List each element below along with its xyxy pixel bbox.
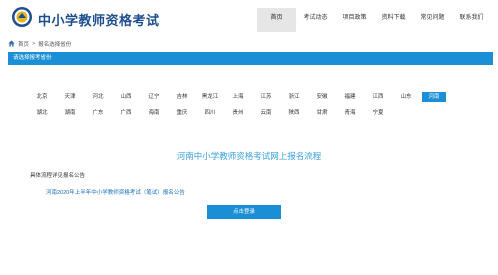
province-17[interactable]: 广东 xyxy=(86,108,110,118)
province-8[interactable]: 江苏 xyxy=(254,92,278,102)
province-6[interactable]: 黑龙江 xyxy=(198,92,222,102)
province-13[interactable]: 山东 xyxy=(394,92,418,102)
province-5[interactable]: 吉林 xyxy=(170,92,194,102)
province-22[interactable]: 贵州 xyxy=(226,108,250,118)
breadcrumb: 首页 > 报名选择省份 xyxy=(8,39,71,48)
detail-label: 具体流程详见报名公告 xyxy=(30,173,86,179)
breadcrumb-home-link[interactable]: 首页 xyxy=(18,40,29,48)
province-grid: 北京 天津 河北 山西 辽宁 吉林 黑龙江 上海 江苏 浙江 安徽 福建 江西 山东 河南湖北 湖南 广东 广西海… xyxy=(30,92,470,118)
province-26[interactable]: 青海 xyxy=(338,108,362,118)
province-18[interactable]: 广西 xyxy=(114,108,138,118)
process-title: 河南中小学教师资格考试网上报名流程 xyxy=(176,151,322,161)
site-title: 中小学教师资格考试 xyxy=(38,13,160,28)
home-icon xyxy=(8,40,15,47)
nav-faq[interactable]: 常见问题 xyxy=(413,8,452,32)
main-nav: 首页 考试动态 项目政策 资料下载 常见问题 联系我们 xyxy=(257,8,491,32)
province-4[interactable]: 辽宁 xyxy=(142,92,166,102)
select-province-banner: 请选择报考省份 xyxy=(8,52,493,65)
province-12[interactable]: 江西 xyxy=(366,92,390,102)
nav-policy[interactable]: 项目政策 xyxy=(335,8,374,32)
province-1[interactable]: 天津 xyxy=(58,92,82,102)
province-10[interactable]: 安徽 xyxy=(310,92,334,102)
province-23[interactable]: 云南 xyxy=(254,108,278,118)
nav-exam-news[interactable]: 考试动态 xyxy=(296,8,335,32)
province-3[interactable]: 山西 xyxy=(114,92,138,102)
breadcrumb-current: 报名选择省份 xyxy=(38,41,72,48)
login-button[interactable]: 点击登录 xyxy=(207,205,281,219)
nav-home[interactable]: 首页 xyxy=(257,8,296,32)
province-2[interactable]: 河北 xyxy=(86,92,110,102)
province-14[interactable]: 河南 xyxy=(422,92,446,102)
province-9[interactable]: 浙江 xyxy=(282,92,306,102)
province-0[interactable]: 北京 xyxy=(30,92,54,102)
nav-downloads[interactable]: 资料下载 xyxy=(374,8,413,32)
province-25[interactable]: 甘肃 xyxy=(310,108,334,118)
breadcrumb-separator: > xyxy=(32,40,36,47)
province-16[interactable]: 湖南 xyxy=(58,108,82,118)
province-27[interactable]: 宁夏 xyxy=(366,108,390,118)
site-logo-icon xyxy=(12,7,32,27)
province-15[interactable]: 湖北 xyxy=(30,108,54,118)
province-20[interactable]: 重庆 xyxy=(170,108,194,118)
province-19[interactable]: 海南 xyxy=(142,108,166,118)
province-21[interactable]: 四川 xyxy=(198,108,222,118)
province-11[interactable]: 福建 xyxy=(338,92,362,102)
nav-contact[interactable]: 联系我们 xyxy=(452,8,491,32)
site-header: 中小学教师资格考试 首页 考试动态 项目政策 资料下载 常见问题 联系我们 xyxy=(0,0,498,34)
province-24[interactable]: 陕西 xyxy=(282,108,306,118)
province-7[interactable]: 上海 xyxy=(226,92,250,102)
announcement-link[interactable]: 河南2020年上半年中小学教师资格考试（笔试）报名公告 xyxy=(46,188,185,196)
